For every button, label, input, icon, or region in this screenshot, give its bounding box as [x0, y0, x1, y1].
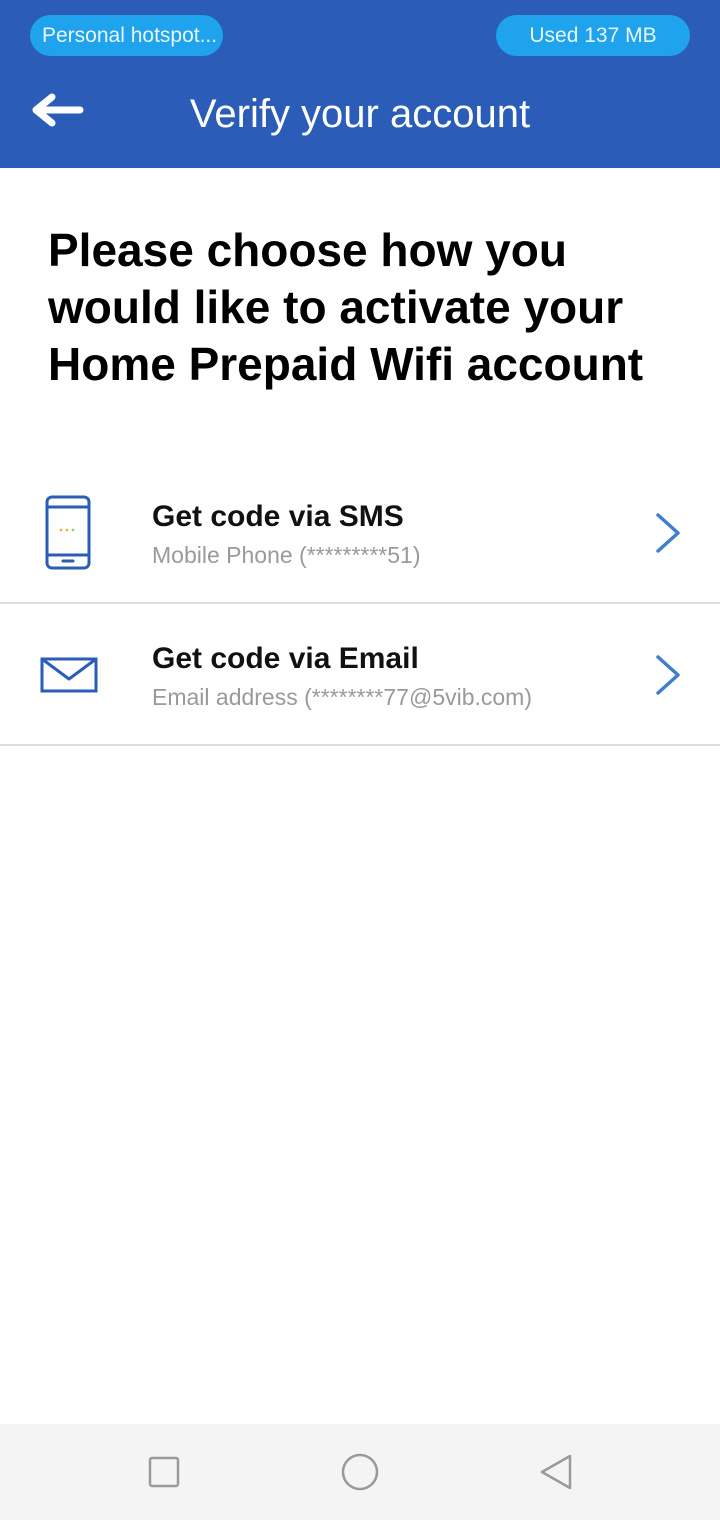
email-option[interactable]: Get code via Email Email address (******…: [0, 605, 720, 746]
mobile-phone-icon: [45, 495, 91, 570]
system-navigation-bar: [0, 1424, 720, 1520]
page-title: Verify your account: [189, 92, 531, 136]
instruction-heading: Please choose how you would like to acti…: [48, 224, 644, 390]
sms-option-title: Get code via SMS: [152, 500, 404, 533]
app-header: Personal hotspot... Used 137 MB Verify y…: [0, 0, 720, 168]
recents-square-icon[interactable]: [142, 1450, 186, 1494]
home-circle-icon[interactable]: [338, 1450, 382, 1494]
envelope-icon: [40, 657, 98, 693]
email-option-subtitle: Email address (********77@5vib.com): [152, 684, 533, 710]
personal-hotspot-pill[interactable]: Personal hotspot...: [30, 15, 223, 56]
chevron-right-icon: [656, 513, 680, 553]
data-usage-pill[interactable]: Used 137 MB: [496, 15, 690, 56]
back-triangle-icon[interactable]: [534, 1450, 578, 1494]
sms-option[interactable]: Get code via SMS Mobile Phone (*********…: [0, 463, 720, 604]
email-option-title: Get code via Email: [152, 642, 419, 675]
chevron-right-icon: [656, 655, 680, 695]
sms-option-subtitle: Mobile Phone (*********51): [152, 542, 421, 568]
